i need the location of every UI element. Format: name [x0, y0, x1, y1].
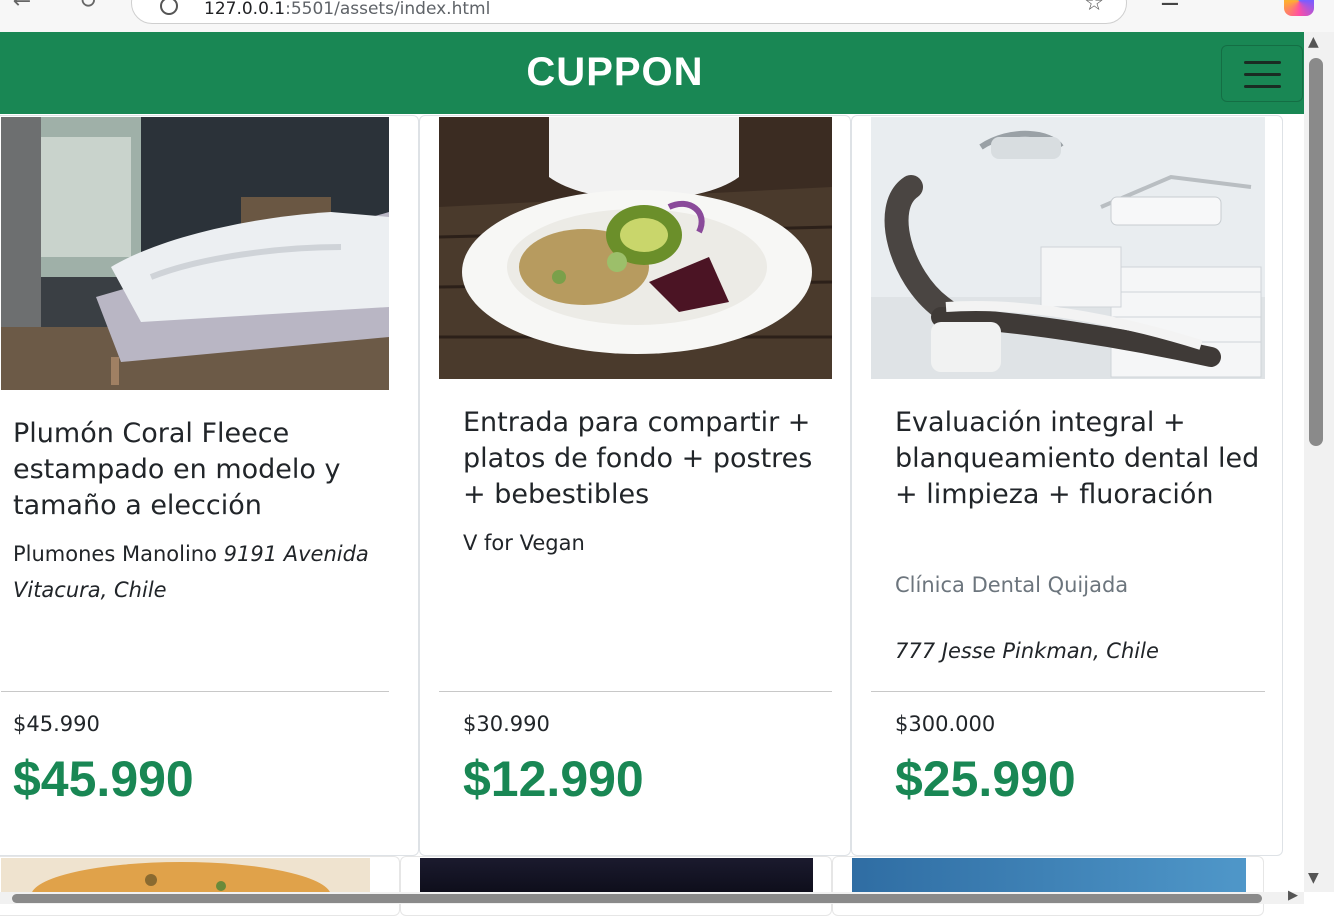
more-options-icon[interactable]: ⋯	[1226, 0, 1248, 11]
card-merchant: Clínica Dental Quijada	[895, 573, 1129, 597]
card-image-salad[interactable]	[439, 117, 832, 379]
url-host: 127.0.0.1	[204, 0, 286, 19]
card-title[interactable]: Evaluación integral + blanqueamiento den…	[895, 405, 1265, 513]
card-address: 777 Jesse Pinkman, Chile	[895, 639, 1159, 663]
back-arrow-icon[interactable]: ←	[8, 0, 36, 16]
card-merchant: Plumones Manolino	[13, 542, 217, 566]
deal-card[interactable]	[0, 856, 400, 916]
favorite-star-icon[interactable]: ☆	[1084, 0, 1104, 16]
hamburger-menu-icon-bar	[1244, 73, 1281, 76]
card-divider	[439, 691, 832, 692]
reload-icon[interactable]: ↻	[74, 0, 102, 16]
card-image-dental[interactable]	[871, 117, 1265, 379]
card-image-bedroom[interactable]	[1, 117, 389, 390]
navbar-toggler-button[interactable]	[1221, 45, 1303, 102]
deal-card[interactable]: Plumón Coral Fleece estampado en modelo …	[0, 115, 419, 856]
copilot-icon[interactable]	[1284, 0, 1314, 16]
card-title[interactable]: Entrada para compartir + platos de fondo…	[463, 405, 833, 513]
site-info-icon[interactable]	[160, 0, 178, 15]
card-old-price: $45.990	[13, 712, 100, 736]
card-divider	[871, 691, 1265, 692]
vertical-scrollbar[interactable]: ▲ ▼	[1304, 32, 1334, 892]
scroll-down-arrow-icon[interactable]: ▼	[1308, 870, 1319, 886]
card-title[interactable]: Plumón Coral Fleece estampado en modelo …	[13, 416, 393, 524]
card-merchant-line: V for Vegan	[463, 525, 833, 561]
deal-card[interactable]: Entrada para compartir + platos de fondo…	[419, 115, 851, 856]
favorites-list-icon[interactable]: ☰	[1160, 0, 1180, 11]
card-old-price: $30.990	[463, 712, 550, 736]
deal-card[interactable]: Evaluación integral + blanqueamiento den…	[851, 115, 1283, 856]
card-divider	[1, 691, 389, 692]
scroll-up-arrow-icon[interactable]: ▲	[1308, 34, 1319, 50]
card-new-price: $12.990	[463, 751, 644, 807]
address-bar[interactable]: 127.0.0.1:5501/assets/index.html ☆	[131, 0, 1127, 24]
card-new-price: $25.990	[895, 751, 1076, 807]
url-path: :5501/assets/index.html	[285, 0, 491, 19]
card-merchant: V for Vegan	[463, 531, 585, 555]
scroll-right-arrow-icon[interactable]: ▶	[1288, 888, 1298, 903]
browser-toolbar: ← ↻ 127.0.0.1:5501/assets/index.html ☆ ☰…	[0, 0, 1334, 32]
horizontal-scrollbar[interactable]: ▶	[0, 888, 1304, 904]
deal-card[interactable]	[832, 856, 1264, 916]
brand-logo[interactable]: CUPPON	[0, 50, 1230, 95]
vertical-scroll-thumb[interactable]	[1309, 58, 1323, 446]
hamburger-menu-icon-bar	[1244, 85, 1281, 88]
deal-card[interactable]	[400, 856, 832, 916]
address-url: 127.0.0.1:5501/assets/index.html	[204, 0, 490, 19]
horizontal-scroll-thumb[interactable]	[12, 894, 1262, 903]
hamburger-menu-icon	[1244, 61, 1281, 64]
card-new-price: $45.990	[13, 751, 194, 807]
card-old-price: $300.000	[895, 712, 996, 736]
site-navbar: CUPPON	[0, 32, 1304, 114]
card-merchant-line: Plumones Manolino 9191 Avenida Vitacura,…	[13, 536, 393, 608]
